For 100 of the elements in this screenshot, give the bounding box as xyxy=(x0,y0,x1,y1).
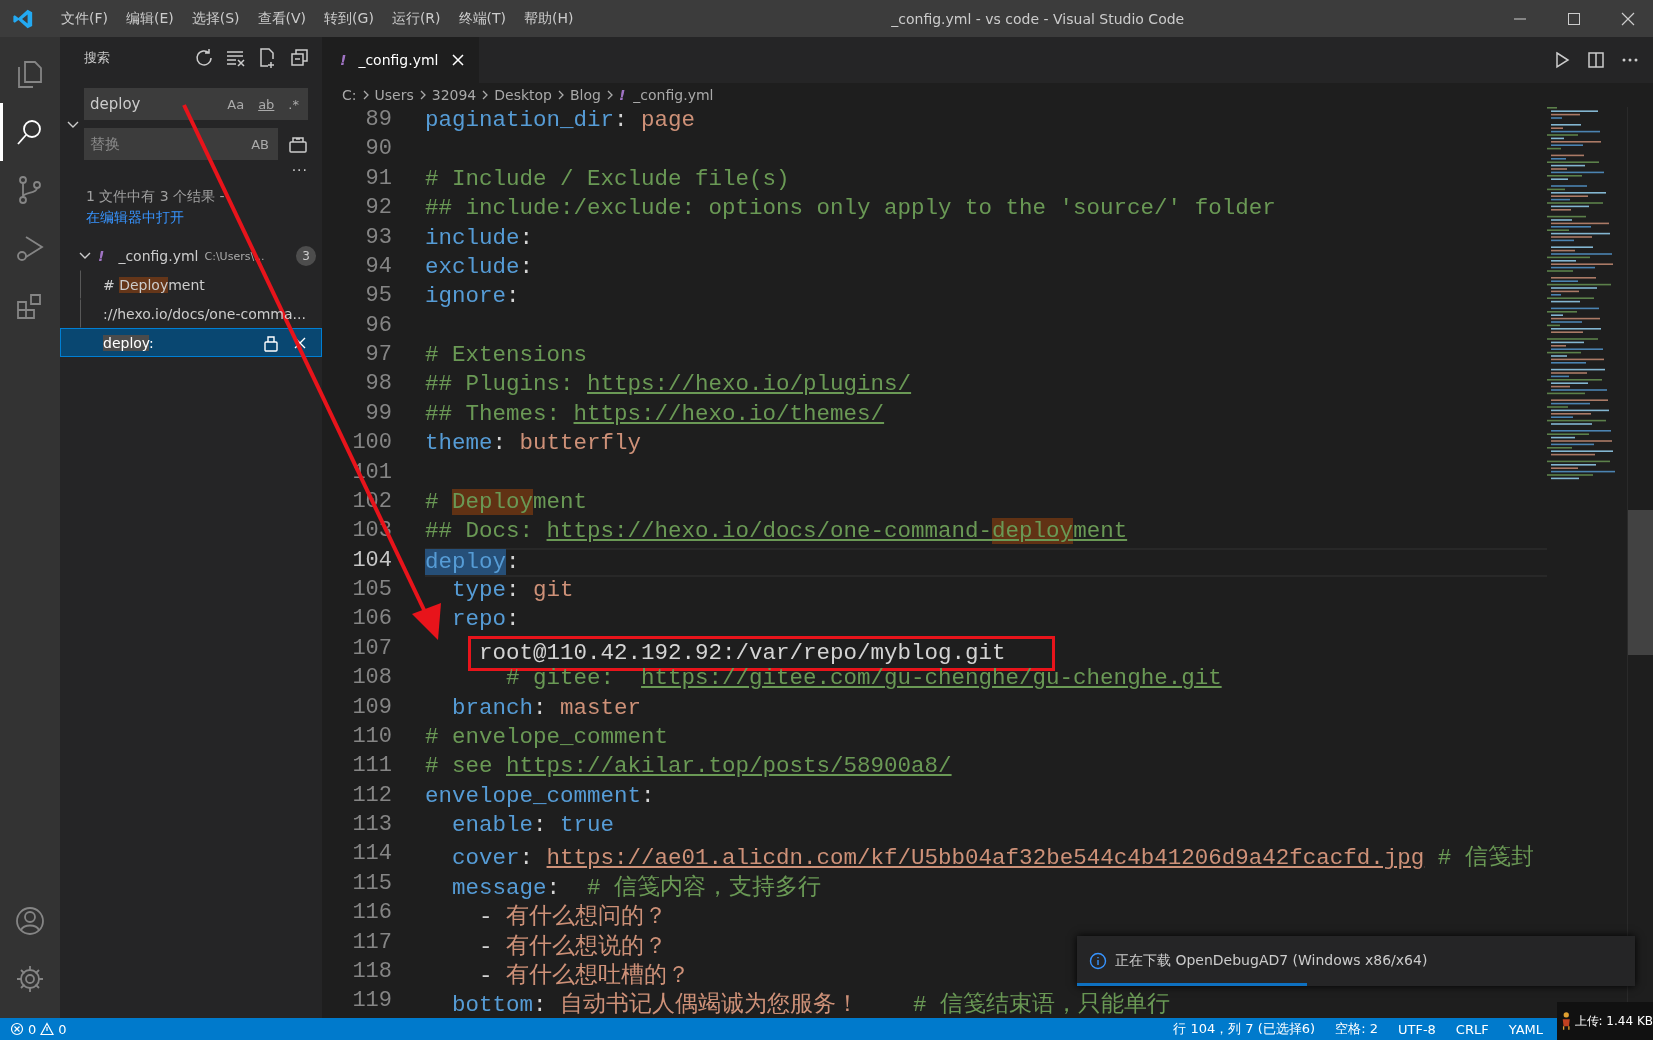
breadcrumb-item[interactable]: 32094 xyxy=(431,87,477,103)
close-icon[interactable] xyxy=(1621,11,1635,26)
run-icon[interactable] xyxy=(1553,51,1571,69)
line-number: 105 xyxy=(352,577,392,604)
replace-icon[interactable] xyxy=(263,333,279,352)
info-icon xyxy=(1089,952,1107,970)
code-line: ## include:/exclude: options only apply to the 'source/' folder xyxy=(425,195,1276,222)
breadcrumb-item[interactable]: C: xyxy=(342,87,357,103)
menu-item[interactable]: 文件(F) xyxy=(52,9,117,28)
line-number: 104 xyxy=(352,547,392,575)
code-link[interactable]: https://hexo.io/themes/ xyxy=(573,400,885,427)
line-number: 113 xyxy=(352,812,392,839)
split-editor-icon[interactable] xyxy=(1587,51,1605,69)
refresh-icon[interactable] xyxy=(194,48,214,68)
line-number: 119 xyxy=(352,988,392,1016)
line-number: 112 xyxy=(352,782,392,810)
scrollbar-thumb[interactable] xyxy=(1628,510,1653,655)
menu-item[interactable]: 编辑(E) xyxy=(117,9,183,28)
line-number: 117 xyxy=(352,929,392,957)
line-number: 115 xyxy=(352,870,392,898)
replace-all-icon[interactable] xyxy=(288,134,308,154)
search-option-toggle[interactable]: .* xyxy=(285,94,302,114)
line-number: 93 xyxy=(365,224,392,252)
line-number: 99 xyxy=(365,400,392,428)
open-in-editor-link[interactable]: 在编辑器中打开 xyxy=(86,209,184,225)
more-options-button[interactable]: ··· xyxy=(291,162,308,178)
status-item[interactable]: YAML xyxy=(1498,1021,1553,1037)
line-number: 97 xyxy=(365,342,392,369)
search-option-toggle[interactable]: ab xyxy=(255,94,278,114)
preserve-case-toggle[interactable]: AB xyxy=(248,134,272,154)
status-item[interactable]: 空格: 2 xyxy=(1325,1020,1388,1038)
line-number: 96 xyxy=(365,312,392,340)
breadcrumb-item[interactable]: ! _config.yml xyxy=(618,87,714,103)
code-line: # gitee: https://gitee.com/gu-chenghe/gu-chenghe.git xyxy=(506,665,1222,692)
status-item[interactable]: UTF-8 xyxy=(1387,1021,1446,1037)
code-line: root@110.42.192.92:/var/repo/myblog.git xyxy=(479,639,1006,666)
line-number: 95 xyxy=(365,283,392,311)
clear-results-icon[interactable] xyxy=(226,48,246,68)
code-line: # envelope_comment xyxy=(425,723,669,750)
code-line: - 有什么想吐槽的？ xyxy=(479,962,691,989)
code-link[interactable]: ment xyxy=(1073,518,1128,545)
problems-indicator[interactable]: 0 0 xyxy=(0,1021,77,1037)
code-line: ignore: xyxy=(425,283,520,310)
panel-title: 搜索 xyxy=(84,49,111,67)
menu-item[interactable]: 转到(G) xyxy=(315,9,383,28)
search-field[interactable]: deploy Aa ab .* xyxy=(84,88,308,120)
code-line: # Deployment xyxy=(425,488,588,515)
code-link[interactable]: https://akilar.top/posts/58900a8/ xyxy=(506,753,952,780)
line-number: 91 xyxy=(365,165,392,193)
line-number: 98 xyxy=(365,371,392,399)
search-result[interactable]: # Deployment xyxy=(103,276,308,293)
status-item[interactable]: CRLF xyxy=(1445,1021,1499,1037)
breadcrumb-item[interactable]: Desktop xyxy=(494,87,552,103)
line-number: 108 xyxy=(352,665,392,693)
code-line: type: git xyxy=(452,577,574,603)
line-number: 94 xyxy=(365,253,392,281)
dismiss-icon[interactable] xyxy=(293,335,307,350)
results-message: 1 文件中有 3 个结果 - 在编辑器中打开 xyxy=(85,187,226,227)
code-line: ## Themes: https://hexo.io/themes/ xyxy=(425,400,885,427)
upload-speed: 上传: 1.44 KB xyxy=(1574,1012,1653,1030)
line-number: 118 xyxy=(352,958,392,986)
line-number: 106 xyxy=(352,606,392,634)
line-number: 100 xyxy=(352,430,392,458)
menu-item[interactable]: 查看(V) xyxy=(248,9,316,28)
code-line: # see https://akilar.top/posts/58900a8/ xyxy=(425,753,952,780)
replace-field[interactable]: 替换 AB xyxy=(84,128,278,160)
notification-message: 正在下载 OpenDebugAD7 (Windows x86/x64) xyxy=(1115,952,1428,970)
code-line: include: xyxy=(425,224,534,251)
code-line: enable: true xyxy=(452,812,615,838)
maximize-icon[interactable] xyxy=(1567,11,1581,26)
search-option-toggle[interactable]: Aa xyxy=(224,94,248,114)
code-link[interactable]: https://hexo.io/plugins/ xyxy=(587,371,912,398)
code-link[interactable]: https://ae01.alicdn.com/kf/U5bb04af32be544c4b41206d9a42fcacfd.jpg xyxy=(546,845,1425,872)
code-link[interactable]: https://hexo.io/docs/one-command- xyxy=(546,518,993,545)
line-number: 116 xyxy=(352,900,392,928)
code-line: ## Plugins: https://hexo.io/plugins/ xyxy=(425,371,912,398)
line-number: 92 xyxy=(365,195,392,223)
menu-item[interactable]: 帮助(H) xyxy=(515,9,583,28)
line-number: 114 xyxy=(352,841,392,869)
figure-icon xyxy=(1561,1010,1572,1032)
editor-tab[interactable]: ! _config.yml xyxy=(322,37,479,83)
collapse-all-icon[interactable] xyxy=(290,48,310,68)
code-line: bottom: 自动书记人偶竭诚为您服务！ # 信笺结束语，只能单行 xyxy=(452,992,1171,1018)
code-line: ## Docs: https://hexo.io/docs/one-command-deployment xyxy=(425,518,1128,545)
chevron-right-icon xyxy=(556,89,566,101)
code-line: # Include / Exclude file(s) xyxy=(425,165,790,192)
code-link[interactable]: https://gitee.com/gu-chenghe/gu-chenghe.git xyxy=(641,665,1222,692)
code-line: exclude: xyxy=(425,253,534,280)
breadcrumb-item[interactable]: Users xyxy=(374,87,414,103)
status-item[interactable]: 行 104，列 7 (已选择6) xyxy=(1163,1020,1326,1038)
code-line: theme: butterfly xyxy=(425,430,642,457)
line-number: 111 xyxy=(352,753,392,781)
yaml-file-icon: ! xyxy=(98,248,105,264)
code-line: - 有什么想说的？ xyxy=(479,933,668,960)
line-number: 109 xyxy=(352,694,392,722)
menu-item[interactable]: 选择(S) xyxy=(182,9,249,28)
menu-item[interactable]: 运行(R) xyxy=(382,9,450,28)
menu-item[interactable]: 终端(T) xyxy=(449,9,515,28)
window-title: _config.yml - vs code - Visual Studio Code xyxy=(891,10,1185,27)
breadcrumb-item[interactable]: Blog xyxy=(570,87,601,103)
